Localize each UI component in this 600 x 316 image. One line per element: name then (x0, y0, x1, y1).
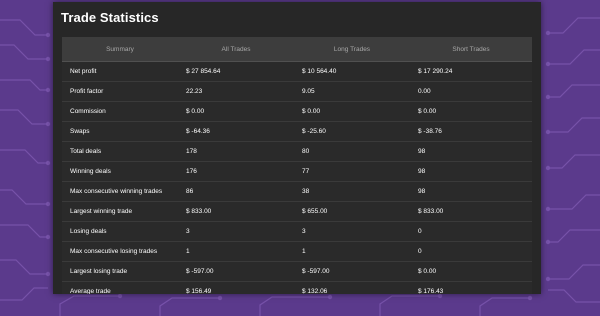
cell-all-trades: $ -597.00 (186, 268, 214, 275)
cell-all-trades: $ -64.36 (186, 128, 210, 135)
header-all-trades: All Trades (221, 45, 251, 53)
cell-all-trades: $ 833.00 (186, 208, 212, 215)
row-label: Average trade (70, 288, 111, 294)
cell-long-trades: 80 (302, 148, 310, 155)
panel-title: Trade Statistics (61, 10, 159, 25)
row-label: Largest losing trade (70, 268, 128, 275)
table-header-row: Summary All Trades Long Trades Short Tra… (62, 37, 532, 62)
cell-short-trades: 98 (418, 188, 426, 195)
cell-short-trades: $ -38.76 (418, 128, 442, 135)
row-label: Net profit (70, 68, 97, 75)
cell-long-trades: $ -25.60 (302, 128, 326, 135)
cell-short-trades: $ 0.00 (418, 108, 437, 115)
cell-short-trades: 0.00 (418, 88, 431, 95)
table-row: Commission $ 0.00 $ 0.00 $ 0.00 (62, 102, 532, 122)
table-row: Total deals 178 80 98 (62, 142, 532, 162)
table-row: Losing deals 3 3 0 (62, 222, 532, 242)
cell-short-trades: 98 (418, 148, 426, 155)
cell-short-trades: $ 833.00 (418, 208, 444, 215)
table-row: Swaps $ -64.36 $ -25.60 $ -38.76 (62, 122, 532, 142)
cell-long-trades: 77 (302, 168, 310, 175)
cell-long-trades: $ 132.06 (302, 288, 328, 294)
cell-all-trades: 86 (186, 188, 194, 195)
row-label: Max consecutive winning trades (70, 188, 163, 195)
row-label: Largest winning trade (70, 208, 133, 215)
table-body: Net profit $ 27 854.64 $ 10 564.40 $ 17 290… (62, 62, 532, 294)
header-summary: Summary (106, 45, 134, 53)
cell-all-trades: $ 27 854.64 (186, 68, 221, 75)
table-row: Net profit $ 27 854.64 $ 10 564.40 $ 17 290… (62, 62, 532, 82)
table-row: Max consecutive winning trades 86 38 98 (62, 182, 532, 202)
header-short-trades: Short Trades (452, 45, 490, 53)
table-row: Profit factor 22.23 9.05 0.00 (62, 82, 532, 102)
trade-statistics-table: Summary All Trades Long Trades Short Tra… (62, 37, 532, 294)
trade-statistics-panel: Trade Statistics Summary All Trades Long… (53, 2, 541, 294)
row-label: Losing deals (70, 228, 107, 235)
table-row: Largest winning trade $ 833.00 $ 655.00 $ 8… (62, 202, 532, 222)
cell-long-trades: 1 (302, 248, 306, 255)
table-row: Winning deals 176 77 98 (62, 162, 532, 182)
cell-short-trades: 0 (418, 248, 422, 255)
header-long-trades: Long Trades (333, 45, 371, 53)
cell-long-trades: 3 (302, 228, 306, 235)
table-row: Max consecutive losing trades 1 1 0 (62, 242, 532, 262)
cell-all-trades: 3 (186, 228, 190, 235)
cell-all-trades: 1 (186, 248, 190, 255)
table-row: Largest losing trade $ -597.00 $ -597.00 $ … (62, 262, 532, 282)
cell-long-trades: 38 (302, 188, 310, 195)
cell-all-trades: $ 0.00 (186, 108, 205, 115)
row-label: Commission (70, 108, 106, 115)
cell-all-trades: 22.23 (186, 88, 203, 95)
cell-all-trades: 176 (186, 168, 197, 175)
cell-short-trades: 0 (418, 228, 422, 235)
cell-short-trades: $ 0.00 (418, 268, 437, 275)
cell-long-trades: $ 655.00 (302, 208, 328, 215)
cell-long-trades: $ 0.00 (302, 108, 321, 115)
row-label: Swaps (70, 128, 90, 135)
cell-short-trades: $ 176.43 (418, 288, 444, 294)
table-row: Average trade $ 156.49 $ 132.06 $ 176.43 (62, 282, 532, 294)
row-label: Max consecutive losing trades (70, 248, 158, 255)
row-label: Profit factor (70, 88, 104, 95)
row-label: Winning deals (70, 168, 111, 175)
cell-short-trades: 98 (418, 168, 426, 175)
cell-long-trades: $ 10 564.40 (302, 68, 337, 75)
cell-all-trades: 178 (186, 148, 197, 155)
cell-long-trades: $ -597.00 (302, 268, 330, 275)
cell-short-trades: $ 17 290.24 (418, 68, 453, 75)
cell-all-trades: $ 156.49 (186, 288, 212, 294)
row-label: Total deals (70, 148, 102, 155)
cell-long-trades: 9.05 (302, 88, 315, 95)
